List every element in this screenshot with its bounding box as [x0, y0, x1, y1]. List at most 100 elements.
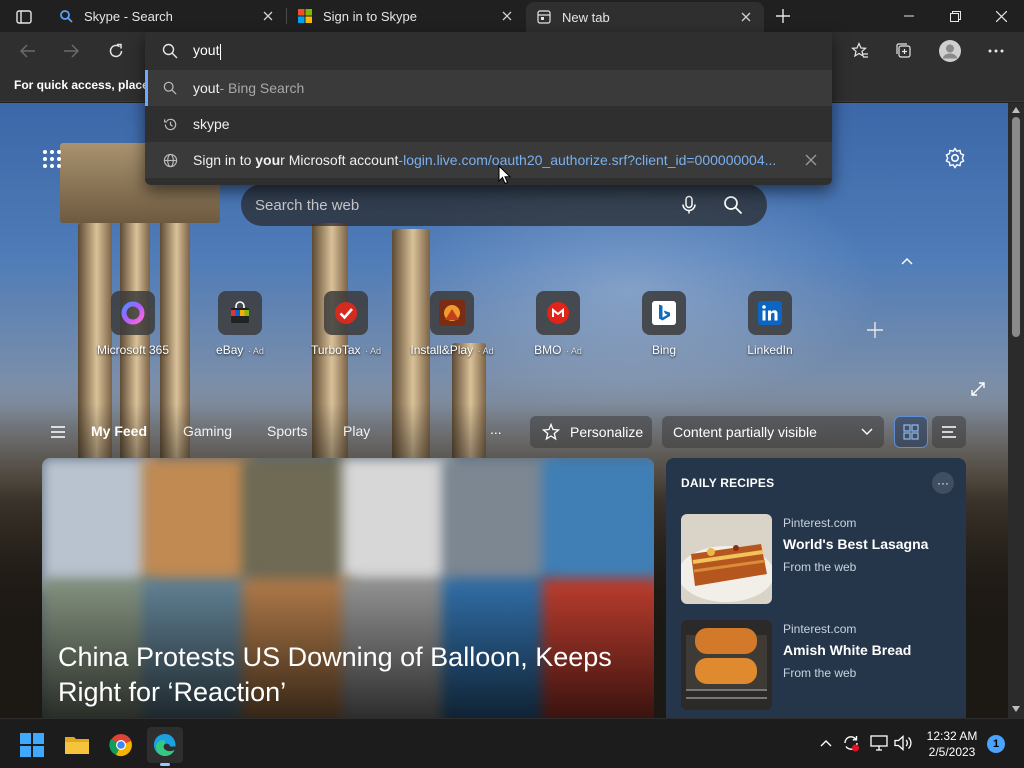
hero-image — [342, 458, 452, 588]
recipe-item[interactable]: Pinterest.com Amish White Bread From the… — [681, 620, 957, 712]
quicklink-bing[interactable]: Bing — [614, 291, 714, 357]
content-visibility-dropdown[interactable]: Content partially visible — [662, 416, 884, 448]
back-button[interactable] — [13, 36, 43, 66]
close-icon — [995, 10, 1007, 22]
quicklink-label: eBay · Ad — [216, 343, 264, 357]
bing-logo-icon — [642, 291, 686, 335]
remove-suggestion-icon[interactable] — [804, 153, 818, 167]
app-grid-icon — [43, 150, 61, 168]
minimize-button[interactable] — [886, 0, 932, 32]
search-icon — [162, 43, 178, 59]
file-explorer-button[interactable] — [59, 727, 95, 763]
grid-layout-button[interactable] — [894, 416, 928, 448]
recipes-more-button[interactable]: ··· — [932, 472, 954, 494]
profile-button[interactable] — [935, 36, 965, 66]
new-tab-page-icon — [536, 9, 552, 25]
content-visibility-value: Content partially visible — [673, 424, 817, 440]
linkedin-logo-icon — [748, 291, 792, 335]
suggestion-history-skype[interactable]: skype — [145, 106, 832, 142]
close-window-button[interactable] — [978, 0, 1024, 32]
recipe-from: From the web — [783, 560, 857, 574]
hero-news-card[interactable]: China Protests US Downing of Balloon, Ke… — [42, 458, 654, 718]
hero-image — [142, 458, 252, 588]
volume-button[interactable] — [893, 733, 913, 753]
quicklink-ebay[interactable]: eBay · Ad — [190, 291, 290, 357]
address-input[interactable]: yout — [193, 42, 222, 60]
lasagna-thumbnail — [681, 514, 772, 604]
minimize-icon — [904, 15, 914, 17]
edge-logo-icon — [154, 734, 176, 756]
text-caret — [220, 43, 222, 60]
favorites-button[interactable] — [845, 36, 875, 66]
voice-search-button[interactable] — [679, 195, 699, 215]
page-settings-button[interactable] — [944, 147, 966, 169]
gear-icon — [945, 147, 965, 169]
recipe-name: World's Best Lasagna — [783, 536, 929, 552]
quicklink-linkedin[interactable]: LinkedIn — [720, 291, 820, 357]
chrome-logo-icon — [109, 734, 132, 757]
quick-links: Microsoft 365 eBay · Ad TurboTax · Ad In… — [0, 291, 1008, 361]
close-icon — [741, 12, 751, 22]
recipe-item[interactable]: Pinterest.com World's Best Lasagna From … — [681, 514, 957, 606]
focus-mode-button[interactable] — [970, 381, 986, 397]
tab-close-button[interactable] — [499, 8, 515, 24]
settings-and-more-button[interactable] — [981, 36, 1011, 66]
system-clock[interactable]: 12:32 AM 2/5/2023 — [922, 728, 982, 760]
apps-launcher-button[interactable] — [42, 149, 62, 169]
tab-sign-in-skype[interactable]: Sign in to Skype — [287, 0, 525, 32]
tab-skype-search[interactable]: Skype - Search — [48, 0, 286, 32]
search-submit-button[interactable] — [723, 195, 743, 215]
restore-button[interactable] — [932, 0, 978, 32]
feed-tab-play[interactable]: Play — [343, 423, 370, 439]
suggestion-bing-search[interactable]: yout - Bing Search — [145, 70, 832, 106]
suggestion-url: login.live.com/oauth20_authorize.srf?cli… — [403, 152, 777, 168]
forward-button[interactable] — [56, 36, 86, 66]
feed-menu-button[interactable] — [50, 425, 66, 439]
suggestion-microsoft-account[interactable]: Sign in to your Microsoft account - logi… — [145, 142, 832, 178]
address-bar[interactable]: yout — [145, 32, 832, 70]
feed-navigation: My Feed Gaming Sports Play ... Personali… — [0, 415, 1008, 449]
collapse-quicklinks-button[interactable] — [900, 253, 918, 267]
scrollbar-thumb[interactable] — [1012, 117, 1020, 337]
tab-title: New tab — [562, 9, 610, 25]
network-button[interactable] — [869, 733, 889, 753]
start-button[interactable] — [14, 727, 50, 763]
sync-status-button[interactable] — [841, 733, 861, 753]
refresh-button[interactable] — [101, 36, 131, 66]
page-scrollbar[interactable] — [1008, 103, 1024, 718]
quicklink-microsoft-365[interactable]: Microsoft 365 — [83, 291, 183, 357]
tab-actions-button[interactable] — [10, 6, 38, 28]
edge-button[interactable] — [147, 727, 183, 766]
hero-headline[interactable]: China Protests US Downing of Balloon, Ke… — [58, 640, 648, 710]
hamburger-icon — [51, 426, 65, 438]
web-search-box[interactable]: Search the web — [241, 184, 767, 226]
list-layout-button[interactable] — [932, 416, 966, 448]
tab-new-tab[interactable]: New tab — [526, 2, 764, 32]
add-quicklink-button[interactable] — [866, 321, 884, 339]
more-horizontal-icon — [988, 49, 1004, 53]
personalize-button[interactable]: Personalize — [530, 416, 652, 448]
quicklink-turbotax[interactable]: TurboTax · Ad — [296, 291, 396, 357]
feed-tab-sports[interactable]: Sports — [267, 423, 307, 439]
feed-tab-gaming[interactable]: Gaming — [183, 423, 232, 439]
new-tab-button[interactable] — [770, 4, 796, 28]
show-hidden-icons-button[interactable] — [816, 733, 836, 753]
scroll-down-arrow-icon[interactable] — [1012, 706, 1020, 712]
tab-close-button[interactable] — [738, 9, 754, 25]
quicklink-install-play[interactable]: Install&Play · Ad — [402, 291, 502, 357]
clock-time: 12:32 AM — [926, 729, 978, 743]
chrome-button[interactable] — [103, 727, 139, 763]
feed-tab-my-feed[interactable]: My Feed — [91, 423, 147, 439]
search-icon — [162, 80, 178, 96]
quicklink-bmo[interactable]: BMO · Ad — [508, 291, 608, 357]
collections-button[interactable] — [889, 36, 919, 66]
tab-close-button[interactable] — [260, 8, 276, 24]
sync-error-icon — [844, 736, 859, 752]
search-icon — [724, 196, 743, 215]
notification-badge[interactable]: 1 — [987, 735, 1005, 753]
quicklink-label: Microsoft 365 — [96, 343, 170, 357]
scroll-up-arrow-icon[interactable] — [1012, 107, 1020, 113]
feed-more-button[interactable]: ... — [490, 421, 502, 437]
close-icon — [502, 11, 512, 21]
hero-image — [542, 458, 654, 588]
